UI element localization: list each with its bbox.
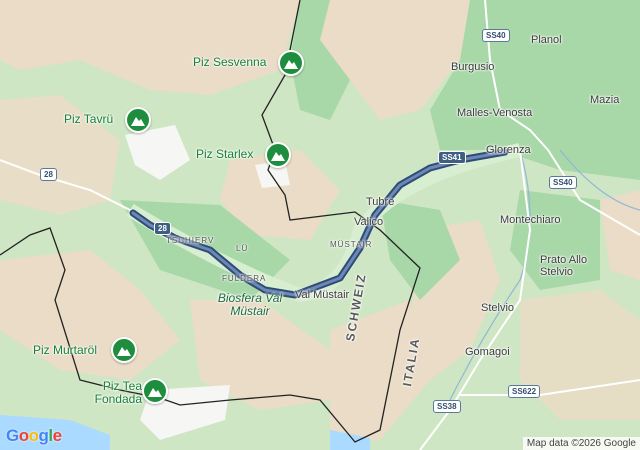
- peak-label-tavru: Piz Tavrü: [64, 112, 114, 126]
- road-shield-ss41: SS41: [438, 151, 466, 164]
- google-logo-letter: G: [6, 426, 19, 445]
- road-shield-ss38: SS38: [433, 400, 461, 413]
- place-malles-venosta: Malles-Venosta: [457, 107, 533, 119]
- place-val-mustair: Val Müstair: [295, 289, 350, 301]
- map-attribution: Map data ©2026 Google: [522, 437, 640, 450]
- peak-marker-starlex[interactable]: [265, 142, 291, 168]
- place-fuldera: FULDERA: [222, 274, 267, 283]
- peak-marker-tavru[interactable]: [125, 107, 151, 133]
- peak-label-tea-fondada: Piz Tea Fondada: [94, 379, 142, 406]
- peak-label-murtarol: Piz Murtaröl: [33, 343, 98, 357]
- place-lu: LÜ: [236, 244, 249, 253]
- mountain-icon: [117, 347, 131, 356]
- google-logo: Google: [6, 426, 62, 446]
- mountain-icon: [148, 388, 162, 397]
- mountain-icon: [271, 152, 285, 161]
- peak-marker-murtarol[interactable]: [111, 337, 137, 363]
- road-shield-ss622: SS622: [508, 385, 541, 398]
- place-tschierv: TSCHIERV: [166, 236, 215, 245]
- google-logo-letter: g: [38, 426, 49, 445]
- place-planol: Planol: [531, 34, 562, 46]
- place-prato-allo-stelvio: Prato Allo Stelvio: [540, 254, 588, 278]
- mountain-icon: [284, 60, 298, 69]
- road-shield-ss40-top: SS40: [482, 29, 510, 42]
- place-mustair: MÜSTAIR: [330, 240, 373, 249]
- road-shield-28: 28: [40, 168, 57, 181]
- place-burgusio: Burgusio: [451, 61, 495, 73]
- place-valico: Valico: [354, 216, 384, 228]
- google-logo-letter: o: [18, 426, 29, 445]
- place-gomagoi: Gomagoi: [465, 346, 510, 358]
- peak-label-sesvenna: Piz Sesvenna: [193, 55, 267, 69]
- peak-marker-tea-fondada[interactable]: [142, 378, 168, 404]
- peak-marker-sesvenna[interactable]: [278, 50, 304, 76]
- park-label: Biosfera Val Müstair: [217, 291, 283, 318]
- place-montechiaro: Montechiaro: [500, 214, 561, 226]
- map-view[interactable]: Piz Sesvenna Piz Tavrü Piz Starlex Piz M…: [0, 0, 640, 450]
- place-glorenza: Glorenza: [486, 144, 531, 156]
- place-stelvio: Stelvio: [481, 302, 515, 314]
- mountain-icon: [131, 117, 145, 126]
- place-mazia: Mazia: [590, 94, 620, 106]
- road-shield-ss40-right: SS40: [549, 176, 577, 189]
- google-logo-letter: e: [52, 426, 62, 445]
- place-tubre: Tubre: [366, 196, 395, 208]
- road-shield-28-route: 28: [154, 222, 171, 235]
- google-logo-letter: o: [28, 426, 39, 445]
- peak-label-starlex: Piz Starlex: [196, 147, 254, 161]
